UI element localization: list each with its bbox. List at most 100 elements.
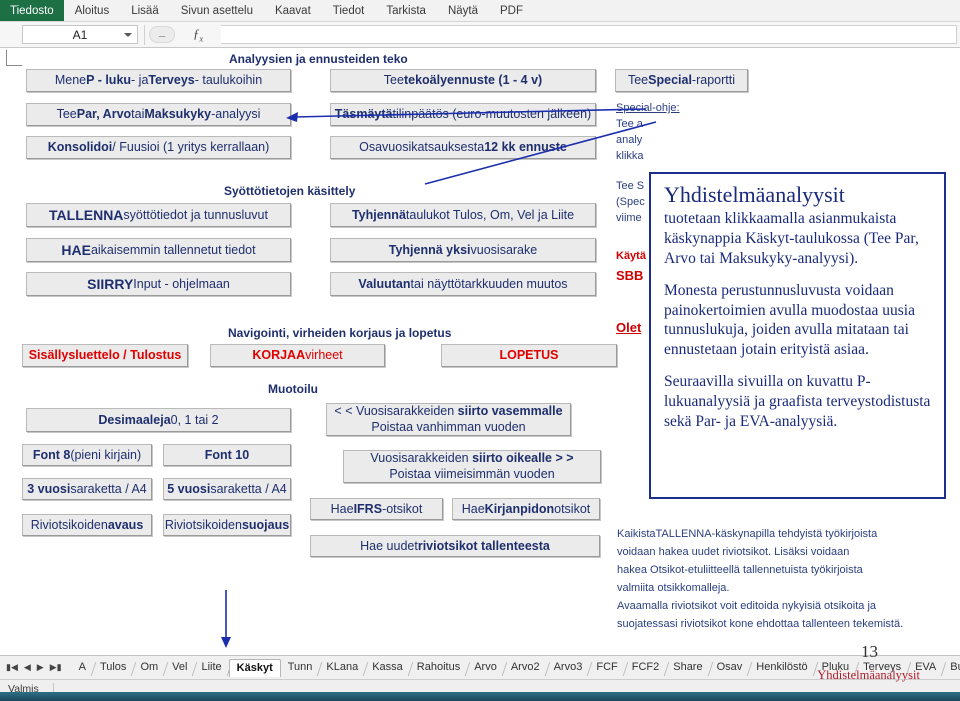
button-siirto-vasemmalle[interactable]: < < Vuosisarakkeiden siirto vasemmalle P… xyxy=(326,403,571,436)
btn-text-b1: 12 kk ennuste xyxy=(484,140,567,155)
btn-text-b1: Font 10 xyxy=(204,447,250,462)
callout-box: Yhdistelmäanalyysit tuotetaan klikkaamal… xyxy=(649,172,946,499)
button-tyhjenna-taulukot[interactable]: Tyhjennä taulukot Tulos, Om, Vel ja Liit… xyxy=(330,203,596,227)
button-konsolidoi-fuusioi[interactable]: Konsolidoi / Fuusioi (1 yritys kerrallaa… xyxy=(26,136,291,159)
btn-text-b1: TALLENNA xyxy=(49,206,124,223)
divider xyxy=(144,24,145,45)
button-valuutan-muutos[interactable]: Valuutan tai näyttötarkkuuden muutos xyxy=(330,272,596,296)
btn-text-b2: Maksukyky xyxy=(144,107,212,122)
sheet-tab-budjetointi[interactable]: Budjetointi xyxy=(943,659,960,676)
ribbon-tab-aloitus[interactable]: Aloitus xyxy=(64,0,121,21)
btn-text-pre: Tee xyxy=(627,73,649,88)
btn-text-b1: Kirjanpidon xyxy=(484,501,555,516)
sheet-tab-klana[interactable]: KLana xyxy=(319,659,365,676)
btn-text-post: vuosisarake xyxy=(470,242,538,257)
button-tasmayta-tilinpaatos[interactable]: Täsmäytä tilinpäätös (euro-muutosten jäl… xyxy=(330,103,596,126)
sheet-tab-share[interactable]: Share xyxy=(666,659,709,676)
sheet-tab-rahoitus[interactable]: Rahoitus xyxy=(410,659,467,676)
button-tallenna[interactable]: TALLENNA syöttötiedot ja tunnusluvut xyxy=(26,203,291,227)
sheet-tab-arvo[interactable]: Arvo xyxy=(467,659,504,676)
button-3-vuosisaraketta[interactable]: 3 vuosi saraketta / A4 xyxy=(22,478,152,500)
btn-text-b1: Desimaaleja xyxy=(98,412,171,427)
sheet-tab-liite[interactable]: Liite xyxy=(194,659,228,676)
button-par-arvo-maksukyky[interactable]: Tee Par, Arvo tai Maksukyky -analyysi xyxy=(26,103,291,126)
section-title-navigation: Navigointi, virheiden korjaus ja lopetus xyxy=(228,326,452,340)
sheet-tab-arvo3[interactable]: Arvo3 xyxy=(547,659,590,676)
btn-text-b1: Konsolidoi xyxy=(47,140,113,155)
sheet-tab-arvo2[interactable]: Arvo2 xyxy=(504,659,547,676)
button-sisallysluettelo-tulostus[interactable]: Sisällysluettelo / Tulostus xyxy=(22,344,188,367)
button-korjaa-virheet[interactable]: KORJAA virheet xyxy=(210,344,385,367)
sheet-tab-kaskyt[interactable]: Käskyt xyxy=(228,658,281,677)
btn-line-1: < < Vuosisarakkeiden siirto vasemmalle xyxy=(334,404,562,420)
fx-icon[interactable]: ƒx xyxy=(175,26,221,44)
bottom-note-line-2: voidaan hakea uudet riviotsikot. Lisäksi… xyxy=(617,546,850,558)
sheet-tab-tulos[interactable]: Tulos xyxy=(93,659,134,676)
ribbon-tab-tiedot[interactable]: Tiedot xyxy=(322,0,376,21)
button-riviotsikoiden-avaus[interactable]: Riviotsikoiden avaus xyxy=(22,514,152,536)
button-hae-kirjanpidon-otsikot[interactable]: Hae Kirjanpidon otsikot xyxy=(452,498,600,520)
prev-sheet-icon[interactable]: ◀ xyxy=(24,662,31,673)
btn-text-post: / Fuusioi (1 yritys kerrallaan) xyxy=(112,140,270,155)
button-special-raportti[interactable]: Tee Special -raportti xyxy=(615,69,748,92)
sheet-tab-vel[interactable]: Vel xyxy=(165,659,194,676)
btn-text-b1: IFRS xyxy=(353,501,383,516)
button-siirry-input[interactable]: SIIRRY Input - ohjelmaan xyxy=(26,272,291,296)
btn-text-b1: siirto vasemmalle xyxy=(457,403,563,418)
button-font-8[interactable]: Font 8 (pieni kirjain) xyxy=(22,444,152,466)
btn-text-post: tilinpäätös (euro-muutosten jälkeen) xyxy=(392,107,592,122)
formula-input[interactable] xyxy=(221,25,957,44)
button-desimaaleja[interactable]: Desimaaleja 0, 1 tai 2 xyxy=(26,408,291,432)
chevron-down-icon[interactable] xyxy=(124,33,132,37)
btn-text-post: taulukot Tulos, Om, Vel ja Liite xyxy=(405,207,575,222)
button-tekoalyennuste[interactable]: Tee tekoälyennuste (1 - 4 v) xyxy=(330,69,596,92)
btn-text-b1: 3 vuosi xyxy=(27,481,71,496)
btn-text-b1: siirto oikealle xyxy=(472,450,553,465)
sheet-tab-fcf[interactable]: FCF xyxy=(589,659,624,676)
button-lopetus[interactable]: LOPETUS xyxy=(441,344,617,367)
btn-text-b1: SIIRRY xyxy=(87,275,134,292)
button-tyhjenna-yksi-vuosisarake[interactable]: Tyhjennä yksi vuosisarake xyxy=(330,238,596,262)
ribbon-tab-nayta[interactable]: Näytä xyxy=(437,0,489,21)
ribbon-tab-lisaa[interactable]: Lisää xyxy=(120,0,170,21)
sheet-tab-tunn[interactable]: Tunn xyxy=(281,659,320,676)
ribbon-tab-label: Lisää xyxy=(131,4,159,17)
btn-text-post: tai näyttötarkkuuden muutos xyxy=(410,276,568,291)
button-5-vuosisaraketta[interactable]: 5 vuosi saraketta / A4 xyxy=(163,478,291,500)
sheet-tab-a[interactable]: A xyxy=(72,659,93,676)
worksheet-area: Analyysien ja ennusteiden teko Syöttötie… xyxy=(0,48,960,655)
button-riviotsikoiden-suojaus[interactable]: Riviotsikoiden suojaus xyxy=(163,514,291,536)
ribbon-tab-label: Tiedosto xyxy=(10,4,54,17)
ribbon-tab-tarkista[interactable]: Tarkista xyxy=(375,0,437,21)
button-siirto-oikealle[interactable]: Vuosisarakkeiden siirto oikealle > > Poi… xyxy=(343,450,601,483)
ribbon-tab-sivun-asettelu[interactable]: Sivun asettelu xyxy=(170,0,264,21)
button-goto-pluku-terveys[interactable]: Mene P - luku - ja Terveys - taulukoihin xyxy=(26,69,291,92)
ribbon-tab-label: Sivun asettelu xyxy=(180,4,253,17)
button-hae-ifrs-otsikot[interactable]: Hae IFRS -otsikot xyxy=(310,498,443,520)
button-osavuosikatsaus-ennuste[interactable]: Osavuosikatsauksesta 12 kk ennuste xyxy=(330,136,596,159)
ribbon-tab-kaavat[interactable]: Kaavat xyxy=(264,0,322,21)
formula-bar: A1 ⚊ ƒx xyxy=(0,22,960,48)
first-sheet-icon[interactable]: ▮◀ xyxy=(6,662,18,673)
btn-text-mid: tai xyxy=(131,107,145,122)
sheet-tab-fcf2[interactable]: FCF2 xyxy=(625,659,667,676)
cancel-icon[interactable]: ⚊ xyxy=(149,26,175,43)
name-box[interactable]: A1 xyxy=(22,25,138,44)
sheet-tab-kassa[interactable]: Kassa xyxy=(365,659,410,676)
taskbar xyxy=(0,692,960,701)
sheet-tab-henkilosto[interactable]: Henkilöstö xyxy=(749,659,814,676)
last-sheet-icon[interactable]: ▶▮ xyxy=(50,662,62,673)
ribbon-tab-tiedosto[interactable]: Tiedosto xyxy=(0,0,64,21)
btn-text-post: otsikot xyxy=(554,501,591,516)
sheet-tab-osav[interactable]: Osav xyxy=(710,659,750,676)
button-hae-uudet-riviotsikot[interactable]: Hae uudet riviotsikot tallenteesta xyxy=(310,535,600,557)
btn-text-b1: HAE xyxy=(61,241,91,258)
sheet-tab-om[interactable]: Om xyxy=(133,659,165,676)
ribbon-tab-pdf[interactable]: PDF xyxy=(489,0,534,21)
sheet-tab-bar: ▮◀ ◀ ▶ ▶▮ A Tulos Om Vel Liite Käskyt Tu… xyxy=(0,655,960,679)
special-ohje-heading: Special-ohje: xyxy=(616,102,680,114)
button-font-10[interactable]: Font 10 xyxy=(163,444,291,466)
page-number: 13 xyxy=(861,642,878,661)
button-hae-tallennetut[interactable]: HAE aikaisemmin tallennetut tiedot xyxy=(26,238,291,262)
next-sheet-icon[interactable]: ▶ xyxy=(37,662,44,673)
